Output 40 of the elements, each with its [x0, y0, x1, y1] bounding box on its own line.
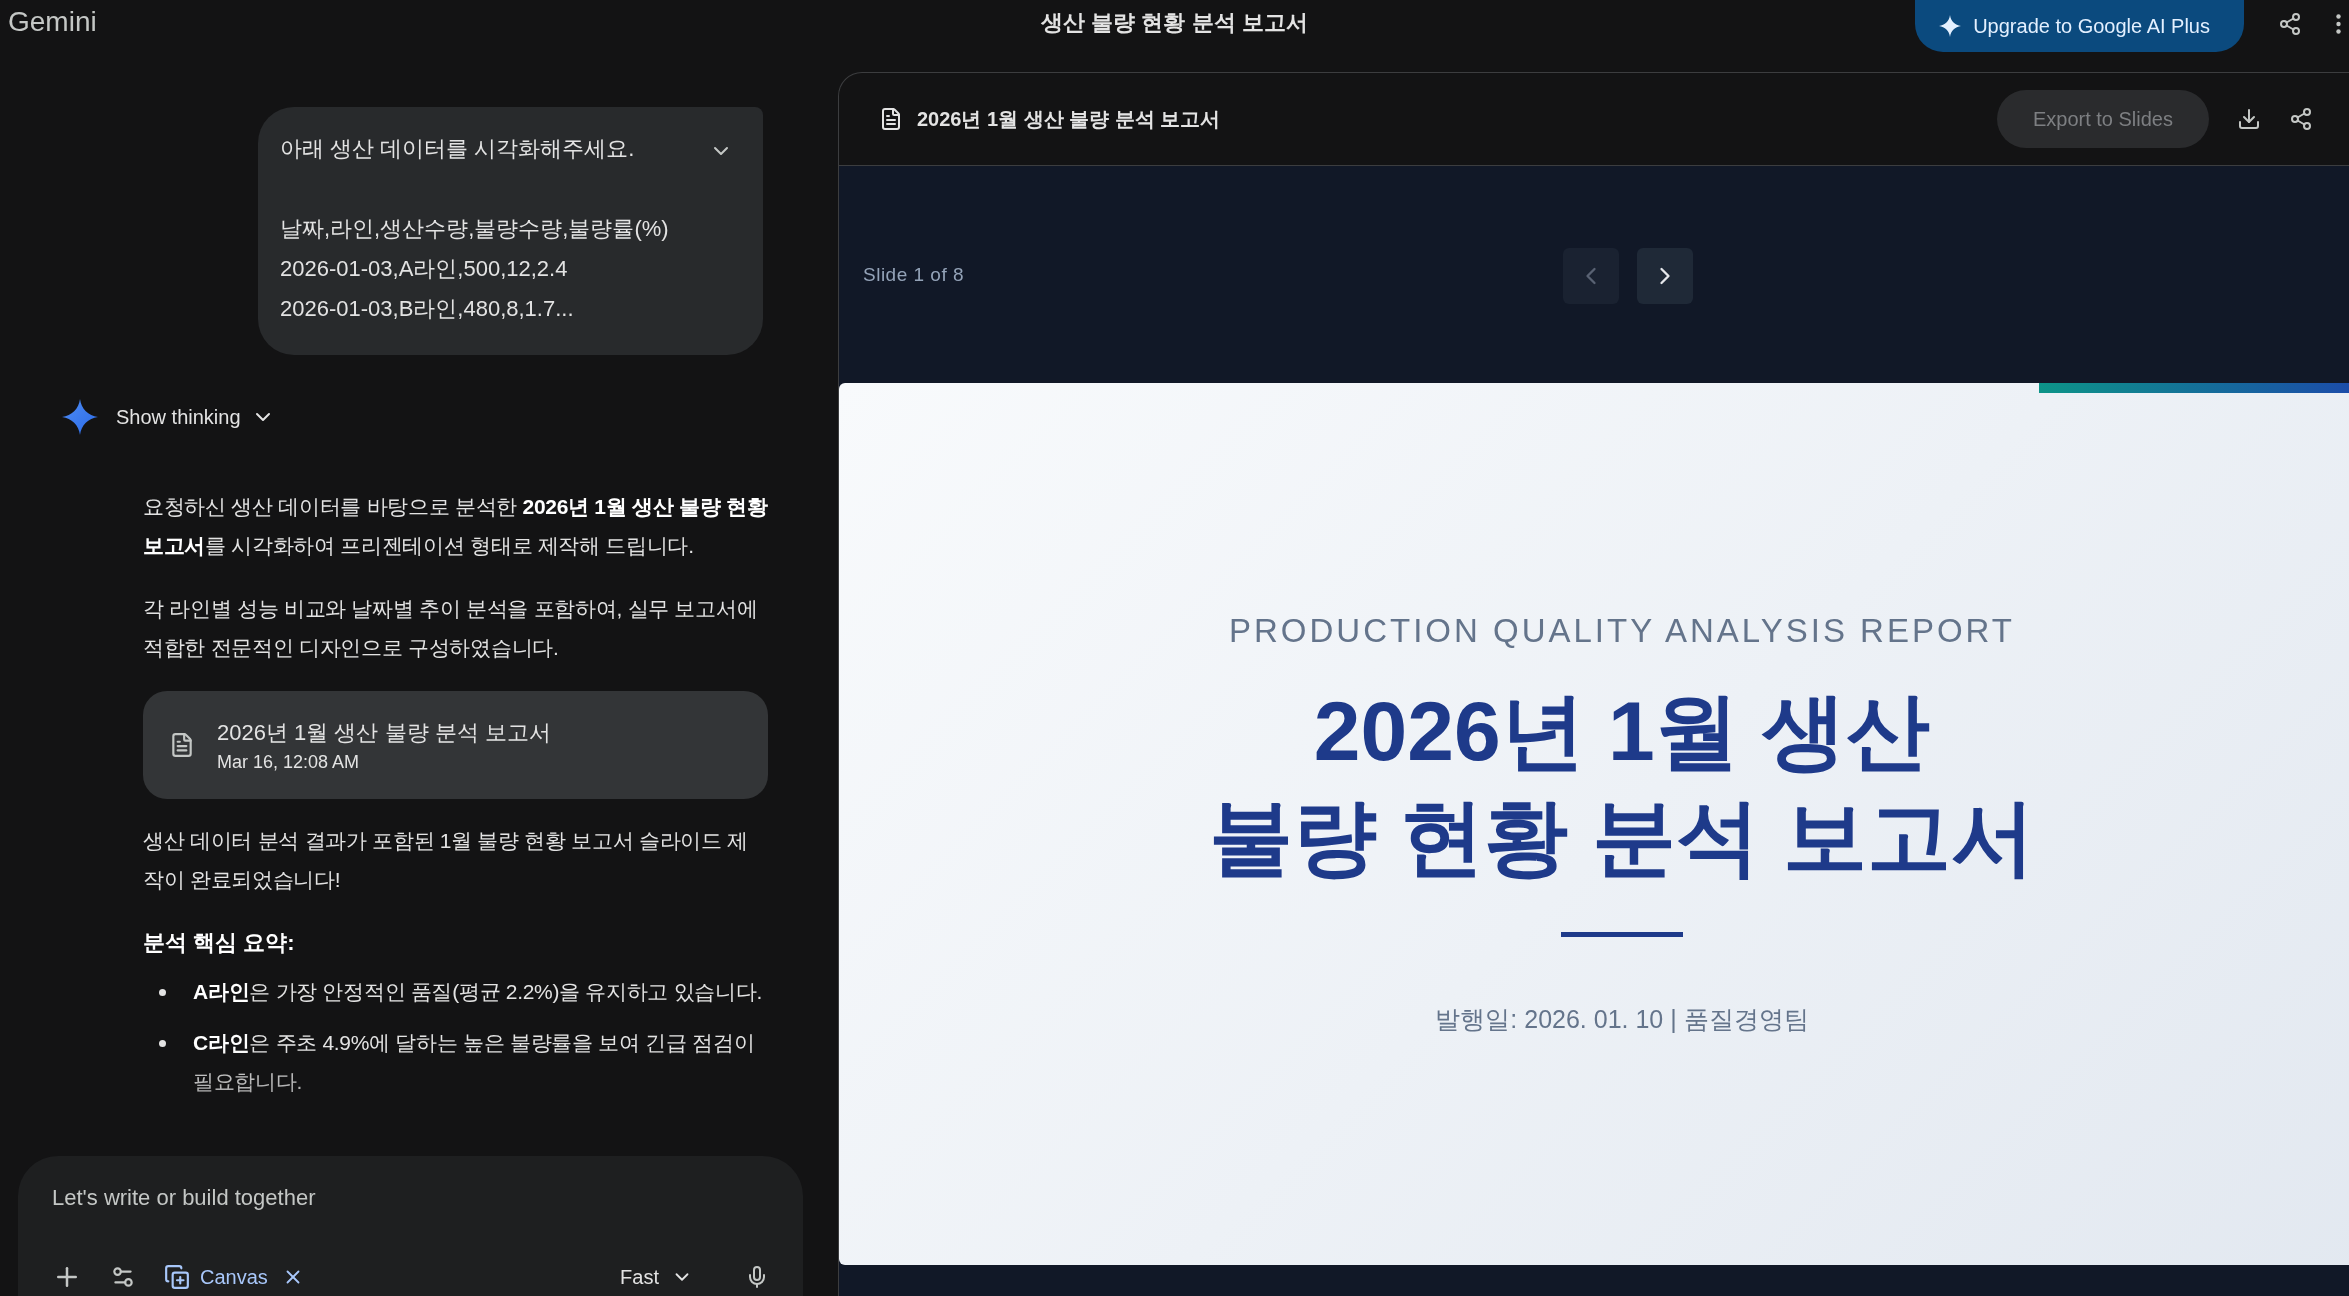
message-line: 2026-01-03,A라인,500,12,2.4: [280, 255, 569, 283]
response-paragraph: 요청하신 생산 데이터를 바탕으로 분석한 2026년 1월 생산 불량 현황 보고서를 시각화하여 프리젠테이션 형태로 제작해 드립니다.: [143, 494, 768, 559]
message-line: 2026-01-03,B라인,480,8,1.7...: [280, 295, 575, 323]
download-button[interactable]: [2237, 107, 2261, 131]
more-icon: [2336, 14, 2341, 34]
document-icon: [169, 732, 195, 758]
summary-heading: 분석 핵심 요약:: [143, 929, 296, 957]
response-paragraph: 각 라인별 성능 비교와 날짜별 추이 분석을 포함하여, 실무 보고서에 적합한 전문적인 디자인으로 구성하였습니다.: [143, 596, 759, 661]
more-button[interactable]: [2336, 14, 2341, 34]
show-thinking-button[interactable]: Show thinking: [116, 405, 275, 429]
share-button[interactable]: [2278, 12, 2302, 36]
canvas-tool-chip[interactable]: Canvas: [164, 1264, 268, 1290]
app-logo[interactable]: Gemini: [8, 6, 97, 38]
bullet-text: C라인은 주초 4.9%에 달하는 높은 불량률을 보여 긴급 점검이 필요합니다.: [193, 1030, 756, 1095]
share-button[interactable]: [2289, 107, 2313, 131]
export-button[interactable]: Export to Slides: [1996, 90, 2209, 148]
document-title: 2026년 1월 생산 불량 분석 보고서: [217, 718, 551, 747]
bullet-text: A라인은 가장 안정적인 품질(평균 2.2%)을 유지하고 있습니다.: [193, 979, 763, 1005]
slide-title: 2026년 1월 생산: [1313, 683, 1931, 780]
message-line: 날짜,라인,생산수량,불량수량,불량률(%): [280, 215, 670, 243]
bullet-icon: [159, 989, 166, 996]
slide-subtitle: PRODUCTION QUALITY ANALYSIS REPORT: [1229, 612, 2015, 650]
upgrade-button[interactable]: Upgrade to Google AI Plus: [1915, 0, 2244, 52]
message-line: 아래 생산 데이터를 시각화해주세요.: [280, 135, 636, 163]
document-date: Mar 16, 12:08 AM: [217, 751, 361, 773]
canvas-icon: [164, 1264, 190, 1290]
document-card[interactable]: 2026년 1월 생산 불량 분석 보고서 Mar 16, 12:08 AM: [143, 691, 768, 799]
canvas-title: 2026년 1월 생산 불량 분석 보고서: [917, 106, 1221, 132]
tools-button[interactable]: [110, 1264, 136, 1290]
conversation-title: 생산 불량 현황 분석 보고서: [1041, 9, 1308, 37]
document-icon: [879, 107, 903, 131]
prompt-field[interactable]: Let's write or build together Canvas Fast: [18, 1156, 803, 1296]
slide-title: 불량 현황 분석 보고서: [1209, 789, 2035, 886]
slide-counter: Slide 1 of 8: [863, 263, 965, 286]
sparkle-icon: [1939, 15, 1962, 37]
spark-icon: [62, 399, 98, 435]
bullet-icon: [159, 1040, 166, 1047]
response-paragraph: 생산 데이터 분석 결과가 포함된 1월 불량 현황 보고서 슬라이드 제작이 완료되었습니다!: [143, 828, 749, 893]
slide-byline: 발행일: 2026. 01. 10 | 품질경영팀: [1435, 1004, 1809, 1035]
mode-picker[interactable]: Fast: [620, 1265, 693, 1289]
